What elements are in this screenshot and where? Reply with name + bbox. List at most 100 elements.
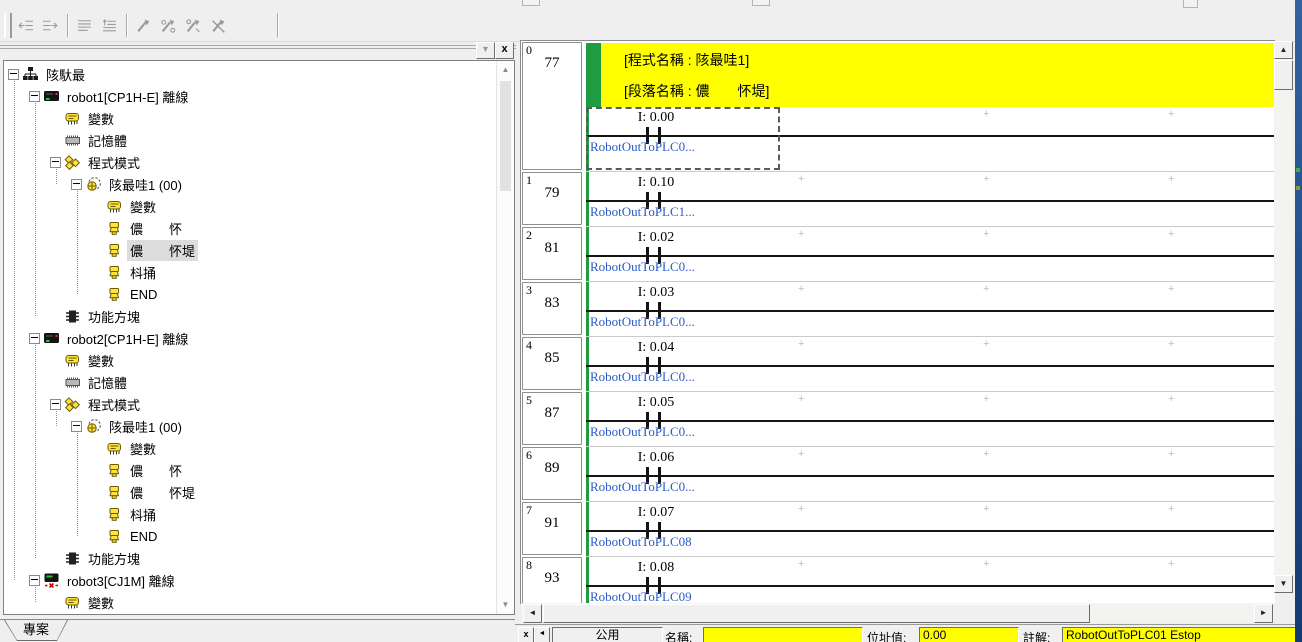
tree-scrollbar-thumb[interactable] bbox=[500, 81, 511, 191]
contact-address[interactable]: I: 0.02 bbox=[601, 230, 711, 246]
contact-address[interactable]: I: 0.08 bbox=[601, 560, 711, 576]
grid-mark bbox=[798, 173, 804, 185]
hscrollbar-thumb[interactable] bbox=[543, 604, 1090, 623]
ladder-rung[interactable]: 5 87 I: 0.05 RobotOutToPLC0... bbox=[521, 391, 1275, 446]
scroll-down-button[interactable]: ▼ bbox=[1274, 575, 1293, 593]
scroll-left-button[interactable]: ◄ bbox=[523, 604, 542, 623]
tree-item[interactable]: 記憶體 bbox=[50, 371, 496, 393]
expand-toggle-icon[interactable] bbox=[71, 421, 82, 432]
contact-comment[interactable]: RobotOutToPLC1... bbox=[590, 204, 695, 220]
expand-toggle-icon[interactable] bbox=[8, 69, 19, 80]
name-field[interactable] bbox=[703, 627, 863, 642]
ladder-rung[interactable]: 1 79 I: 0.10 RobotOutToPLC1... bbox=[521, 171, 1275, 226]
tree-item[interactable]: 程式模式 bbox=[50, 393, 496, 415]
tab-project[interactable]: 專案 bbox=[4, 620, 68, 641]
tree-item[interactable]: 變數 bbox=[50, 349, 496, 371]
tree-item[interactable]: 變數 bbox=[50, 107, 496, 129]
tree-item[interactable]: robot2[CP1H-E] 離線 bbox=[29, 327, 496, 349]
scope-field[interactable]: 公用 bbox=[552, 627, 663, 642]
ladder-rung[interactable]: 3 83 I: 0.03 RobotOutToPLC0... bbox=[521, 281, 1275, 336]
contact-address[interactable]: I: 0.05 bbox=[601, 395, 711, 411]
contact-comment[interactable]: RobotOutToPLC0... bbox=[590, 314, 695, 330]
tree-item[interactable]: END bbox=[92, 525, 496, 547]
contact-address[interactable]: I: 0.03 bbox=[601, 285, 711, 301]
tree-item[interactable]: 陔馱最 bbox=[8, 63, 496, 85]
contact-address[interactable]: I: 0.04 bbox=[601, 340, 711, 356]
toolbar-button[interactable] bbox=[131, 13, 156, 38]
grid-mark bbox=[798, 503, 804, 515]
power-rail bbox=[586, 337, 589, 391]
toolbar-button[interactable] bbox=[156, 13, 181, 38]
contact-comment[interactable]: RobotOutToPLC0... bbox=[590, 424, 695, 440]
vscrollbar-thumb[interactable] bbox=[1274, 60, 1293, 90]
tree-item[interactable]: 儂 怀堤 bbox=[92, 481, 496, 503]
toolbar-button[interactable] bbox=[72, 13, 97, 38]
ladder-editor[interactable]: 0 77 [程式名稱 : 陔最哇1] [段落名稱 : 儂 怀堤] I: 0.00 bbox=[520, 40, 1275, 604]
contact-comment[interactable]: RobotOutToPLC0... bbox=[590, 259, 695, 275]
contact-comment[interactable]: RobotOutToPLC0... bbox=[590, 479, 695, 495]
ladder-rung[interactable]: 4 85 I: 0.04 RobotOutToPLC0... bbox=[521, 336, 1275, 391]
scroll-up-button[interactable]: ▲ bbox=[1274, 41, 1293, 59]
operand-bar-prev-button[interactable]: ◄ bbox=[534, 627, 550, 642]
selection-box[interactable] bbox=[586, 107, 780, 170]
tree-item[interactable]: robot1[CP1H-E] 離線 bbox=[29, 85, 496, 107]
tree-item[interactable]: 變數 bbox=[92, 195, 496, 217]
tree-item[interactable]: 儂 怀 bbox=[92, 459, 496, 481]
tree-item[interactable]: 變數 bbox=[50, 591, 496, 613]
toolbar-button[interactable] bbox=[97, 13, 122, 38]
tree-scrollbar[interactable]: ▲ ▼ bbox=[496, 61, 514, 614]
ladder-rung[interactable]: 2 81 I: 0.02 RobotOutToPLC0... bbox=[521, 226, 1275, 281]
expand-toggle-icon[interactable] bbox=[50, 157, 61, 168]
contact-address[interactable]: I: 0.10 bbox=[601, 175, 711, 191]
contact-comment[interactable]: RobotOutToPLC0... bbox=[590, 369, 695, 385]
tree-item[interactable]: 儂 怀 bbox=[92, 217, 496, 239]
ladder-rung[interactable]: 7 91 I: 0.07 RobotOutToPLC08 bbox=[521, 501, 1275, 556]
tree-item[interactable]: 陔最哇1 (00) bbox=[71, 415, 496, 437]
contact-comment[interactable]: RobotOutToPLC09 bbox=[590, 589, 692, 604]
address-value-field[interactable]: 0.00 bbox=[919, 627, 1019, 642]
expand-toggle-icon[interactable] bbox=[29, 575, 40, 586]
toolbar-button[interactable] bbox=[13, 13, 38, 38]
ladder-rung[interactable]: 6 89 I: 0.06 RobotOutToPLC0... bbox=[521, 446, 1275, 501]
operand-bar-close-button[interactable]: x bbox=[518, 627, 534, 642]
toolbar-button[interactable] bbox=[206, 13, 231, 38]
grid-mark bbox=[1168, 448, 1174, 460]
toolbar-grip[interactable] bbox=[4, 13, 12, 38]
toolbar-button[interactable] bbox=[181, 13, 206, 38]
ladder-hscrollbar[interactable]: ◄ ► bbox=[521, 603, 1274, 623]
contact-address[interactable]: I: 0.06 bbox=[601, 450, 711, 466]
tree-item[interactable]: 變數 bbox=[92, 437, 496, 459]
scroll-up-icon[interactable]: ▲ bbox=[497, 63, 514, 77]
scroll-down-icon[interactable]: ▼ bbox=[497, 598, 514, 612]
panel-dropdown-button[interactable]: ▼ bbox=[476, 42, 495, 59]
tree-item[interactable]: 記憶體 bbox=[50, 129, 496, 151]
ladder-rung[interactable]: 8 93 I: 0.08 RobotOutToPLC09 bbox=[521, 556, 1275, 604]
contact-address[interactable]: I: 0.07 bbox=[601, 505, 711, 521]
contact-comment[interactable]: RobotOutToPLC08 bbox=[590, 534, 692, 550]
comment-field[interactable]: RobotOutToPLC01 Estop bbox=[1062, 627, 1302, 642]
tree-item[interactable]: 枓捅 bbox=[92, 503, 496, 525]
tree-item-icon bbox=[106, 507, 123, 522]
tree-item[interactable]: 枓捅 bbox=[92, 261, 496, 283]
tree-item-label: 儂 怀堤 bbox=[127, 240, 198, 261]
left-arrow-icon: ◄ bbox=[529, 608, 537, 617]
scroll-right-button[interactable]: ► bbox=[1254, 604, 1273, 623]
tree-item[interactable]: 陔最哇1 (00) bbox=[71, 173, 496, 195]
expand-toggle-icon[interactable] bbox=[29, 91, 40, 102]
tree-item[interactable]: END bbox=[92, 283, 496, 305]
tree-item[interactable]: 儂 怀堤 bbox=[92, 239, 496, 261]
tree-item[interactable]: 功能方塊 bbox=[50, 547, 496, 569]
expand-toggle-icon[interactable] bbox=[29, 333, 40, 344]
tab-project-label: 專案 bbox=[23, 622, 49, 637]
ladder-rung-0[interactable]: 0 77 [程式名稱 : 陔最哇1] [段落名稱 : 儂 怀堤] I: 0.00 bbox=[521, 41, 1275, 171]
tree-item[interactable]: 程式模式 bbox=[50, 151, 496, 173]
toolbar-button[interactable] bbox=[38, 13, 63, 38]
tree-item[interactable]: robot3[CJ1M] 離線 bbox=[29, 569, 496, 591]
expand-toggle-icon[interactable] bbox=[50, 399, 61, 410]
expand-toggle-icon[interactable] bbox=[71, 179, 82, 190]
toolbar-sliver bbox=[752, 0, 770, 6]
desktop-icon-fragment bbox=[1296, 168, 1300, 172]
tree-item[interactable]: 功能方塊 bbox=[50, 305, 496, 327]
panel-close-button[interactable]: x bbox=[495, 42, 514, 59]
ladder-vscrollbar[interactable]: ▲ ▼ bbox=[1274, 41, 1293, 593]
